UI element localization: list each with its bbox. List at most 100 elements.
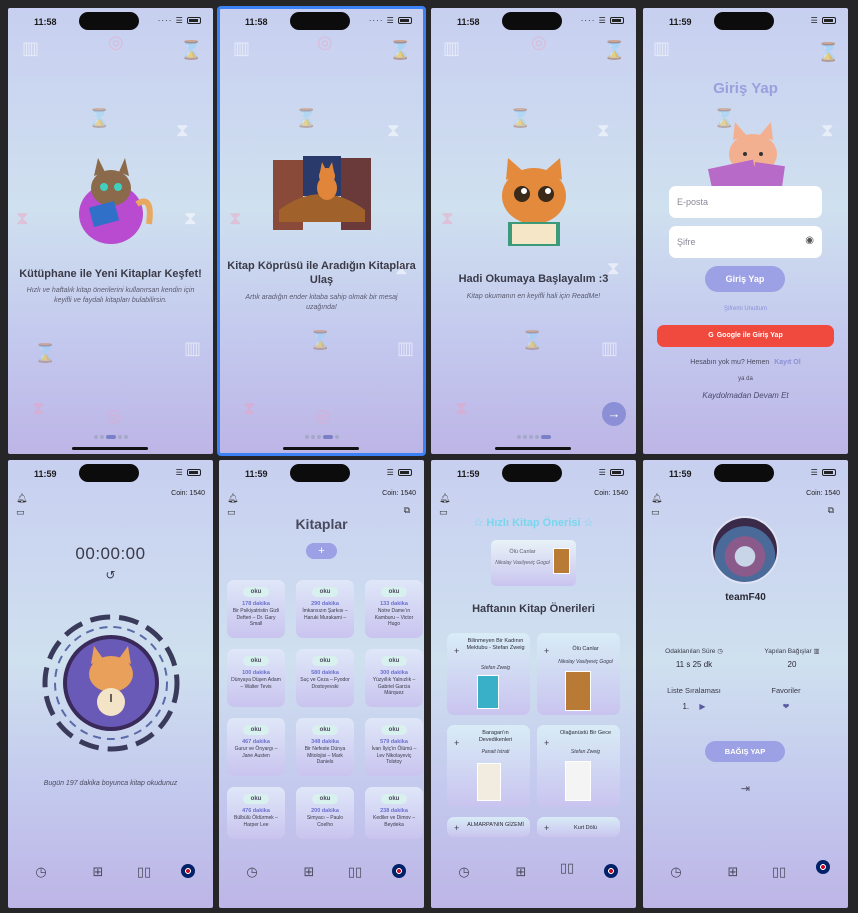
username: teamF40 — [725, 592, 766, 603]
hourglass-icon: ⧗ — [32, 398, 45, 418]
suggestion-author: Stefan Zweig — [570, 749, 601, 755]
book-card[interactable]: oku 476 dakika Bülbülü Öldürmek – Harper L… — [227, 787, 285, 839]
read-button[interactable]: oku — [243, 656, 269, 666]
tab-add-book-icon[interactable]: ⊞ — [88, 864, 108, 880]
password-field[interactable]: Şifre ◉ — [669, 226, 822, 258]
bell-icon[interactable]: 🔔︎ — [227, 493, 238, 504]
library-icon[interactable]: ⧉ — [828, 505, 834, 516]
register-link[interactable]: Kayıt Ol — [774, 359, 800, 366]
book-card[interactable]: oku 200 dakika Simyacı – Paulo Coelho — [296, 787, 354, 839]
book-card[interactable]: oku 348 dakika Bir Nefeste Dünya Mitolojis… — [296, 718, 354, 776]
add-icon[interactable]: + — [454, 646, 459, 656]
suggestion-card[interactable]: + Kurt Dölü — [537, 817, 620, 837]
tab-books-icon[interactable]: ▯▯ — [134, 864, 154, 880]
tab-timer-icon[interactable]: ◷ — [666, 864, 686, 880]
google-login-button[interactable]: G Google ile Giriş Yap — [657, 325, 834, 347]
read-button[interactable]: oku — [312, 587, 338, 597]
suggestion-card[interactable]: + Baragan'ın Devedikenleri Panait Istrat… — [447, 725, 530, 807]
book-title: Suç ve Ceza – Fyodor Dostoyevski — [300, 677, 350, 690]
chat-icon[interactable]: ▭ — [16, 507, 25, 518]
tab-books-icon[interactable]: ▯▯ — [769, 864, 789, 880]
book-card[interactable]: oku 290 dakika İmkansızın Şarkısı – Haruki… — [296, 580, 354, 638]
tab-add-book-icon[interactable]: ⊞ — [511, 864, 531, 880]
timer-screen: 11:59 ☰ 🔔︎ ▭ Coin: 1540 00:00:00 ↺ Bugün… — [8, 460, 213, 908]
read-button[interactable]: oku — [381, 725, 407, 735]
add-icon[interactable]: + — [454, 823, 459, 833]
tab-profile-flag-icon[interactable] — [178, 864, 198, 881]
donate-button[interactable]: BAĞIŞ YAP — [705, 741, 785, 762]
suggestion-title: Kurt Dölü — [574, 825, 597, 831]
timer-display: 00:00:00 — [75, 544, 146, 563]
page-indicator — [431, 426, 636, 444]
suggestion-card[interactable]: + ALMARPA'NIN GİZEMİ — [447, 817, 530, 837]
book-card[interactable]: oku 178 dakika Bir Psikiyatristin Gizli De… — [227, 580, 285, 638]
read-button[interactable]: oku — [312, 656, 338, 666]
tab-timer-icon[interactable]: ◷ — [242, 864, 262, 880]
bell-icon[interactable]: 🔔︎ — [16, 493, 27, 504]
tab-timer-icon[interactable]: ◷ — [31, 864, 51, 880]
book-icon: ▥ — [601, 338, 619, 358]
eye-icon[interactable]: ◉ — [805, 235, 814, 246]
book-card[interactable]: oku 238 dakika Kediler ve Dimov – Beydeka — [365, 787, 423, 839]
email-field[interactable]: E-posta — [669, 186, 822, 218]
clock-icon: ◎ — [315, 406, 331, 426]
read-button[interactable]: oku — [312, 725, 338, 735]
next-button[interactable]: → — [602, 402, 626, 426]
suggestion-author: Stefan Zweig — [480, 665, 511, 671]
cat-clock-dial[interactable] — [38, 610, 184, 756]
book-card[interactable]: oku 579 dakika İvan İlyiç’in Ölümü – Lev N… — [365, 718, 423, 776]
book-card[interactable]: oku 467 dakika Gurur ve Önyargı – Jane Aus… — [227, 718, 285, 776]
suggestion-author: Panait Istrati — [481, 749, 510, 755]
book-card[interactable]: oku 133 dakika Notre Dame’ın Kamburu – Vic… — [365, 580, 423, 638]
book-card[interactable]: oku 580 dakika Suç ve Ceza – Fyodor Dostoy… — [296, 649, 354, 707]
continue-guest-link[interactable]: Kaydolmadan Devam Et — [643, 391, 848, 400]
read-button[interactable]: oku — [243, 725, 269, 735]
favorites-heart-icon[interactable]: ❤ — [741, 702, 831, 711]
status-icons: ☰ — [176, 468, 201, 477]
avatar[interactable] — [711, 516, 779, 584]
read-button[interactable]: oku — [381, 794, 407, 804]
book-card[interactable]: oku 100 dakika Dünyaya Düşen Adam – Walter… — [227, 649, 285, 707]
library-icon[interactable]: ⧉ — [404, 505, 410, 516]
read-button[interactable]: oku — [312, 794, 338, 804]
onboarding-title: Kütüphane ile Yeni Kitaplar Keşfet! — [19, 268, 202, 280]
logout-icon[interactable]: ⇥ — [643, 782, 848, 795]
add-icon[interactable]: + — [544, 646, 549, 656]
book-title: Dünyaya Düşen Adam – Walter Tevis — [231, 677, 281, 690]
status-time: 11:58 — [245, 17, 268, 27]
hourglass-icon: ⧗ — [821, 120, 834, 140]
hourglass-icon: ⧗ — [229, 208, 242, 228]
add-book-button[interactable]: + — [306, 543, 337, 559]
rank-value[interactable]: 1. ▶ — [649, 702, 739, 711]
coin-balance: Coin: 1540 — [171, 490, 205, 497]
tab-timer-icon[interactable]: ◷ — [454, 864, 474, 880]
tab-books-icon[interactable]: ▯▯ — [557, 860, 577, 876]
add-icon[interactable]: + — [544, 738, 549, 748]
hourglass-icon: ⧗ — [597, 120, 610, 140]
add-icon[interactable]: + — [454, 738, 459, 748]
tab-add-book-icon[interactable]: ⊞ — [723, 864, 743, 880]
suggestion-card[interactable]: + Ölü Canlar Nikolay Vasilyeviç Gogol — [537, 633, 620, 715]
read-button[interactable]: oku — [243, 794, 269, 804]
tab-profile-flag-icon[interactable] — [601, 864, 621, 881]
tab-profile-flag-icon[interactable] — [389, 864, 409, 881]
bell-icon[interactable]: 🔔︎ — [651, 493, 662, 504]
tab-books-icon[interactable]: ▯▯ — [345, 864, 365, 880]
bell-icon[interactable]: 🔔︎ — [439, 493, 450, 504]
add-icon[interactable]: + — [544, 823, 549, 833]
forgot-password-link[interactable]: Şifremi Unuttum — [643, 306, 848, 312]
book-card[interactable]: oku 300 dakika Yüzyıllık Yalnızlık – Gabri… — [365, 649, 423, 707]
quick-suggestion-card[interactable]: Ölü Canlar Nikolay Vasilyeviç Gogol — [491, 540, 576, 586]
read-button[interactable]: oku — [243, 587, 269, 597]
login-button[interactable]: Giriş Yap — [705, 266, 785, 292]
chat-icon[interactable]: ▭ — [651, 507, 660, 518]
suggestion-card[interactable]: + Bilinmeyen Bir Kadının Mektubu - Stefa… — [447, 633, 530, 715]
read-button[interactable]: oku — [381, 656, 407, 666]
tab-profile-flag-icon[interactable] — [813, 860, 833, 877]
read-button[interactable]: oku — [381, 587, 407, 597]
suggestion-title: Bilinmeyen Bir Kadının Mektubu - Stefan … — [466, 638, 525, 651]
tab-add-book-icon[interactable]: ⊞ — [299, 864, 319, 880]
hourglass-icon: ⌛ — [34, 343, 57, 363]
suggestion-card[interactable]: + Olağanüstü Bir Gece Stefan Zweig — [537, 725, 620, 807]
reset-icon[interactable]: ↺ — [8, 568, 213, 582]
